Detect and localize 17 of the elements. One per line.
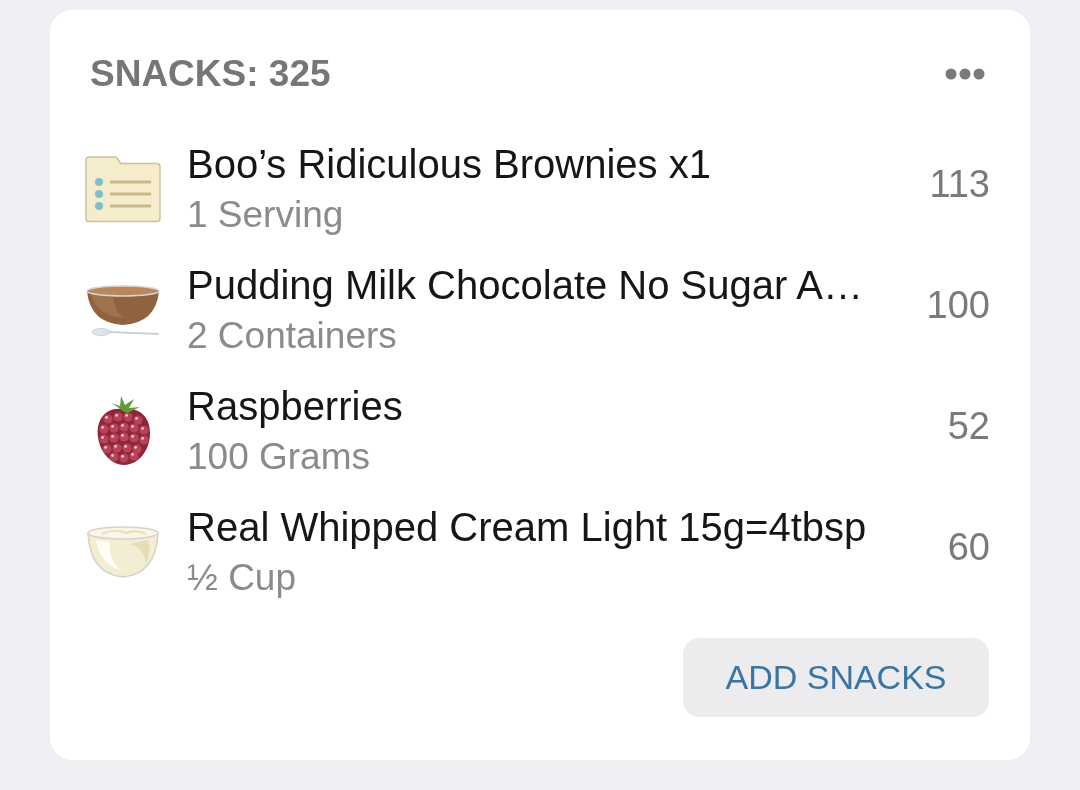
serving-size: 100 Grams [187, 434, 370, 479]
serving-size: ½ Cup [187, 555, 296, 600]
serving-size: 2 Containers [187, 313, 397, 358]
food-name: Pudding Milk Chocolate No Sugar A… [187, 261, 863, 309]
list-document-icon [85, 154, 161, 223]
calorie-count: 113 [929, 163, 990, 206]
calorie-count: 100 [926, 284, 990, 327]
food-name: Raspberries [187, 382, 403, 430]
calorie-count: 52 [947, 405, 990, 448]
meal-heading: SNACKS: 325 [90, 52, 331, 96]
add-snacks-button[interactable]: ADD SNACKS [683, 638, 989, 717]
food-name: Real Whipped Cream Light 15g=4tbsp [187, 503, 867, 551]
food-name: Boo’s Ridiculous Brownies x1 [187, 140, 711, 188]
serving-size: 1 Serving [187, 192, 344, 237]
calorie-count: 60 [947, 526, 990, 569]
more-options-icon[interactable] [945, 68, 985, 80]
cream-bowl-icon [86, 523, 160, 580]
